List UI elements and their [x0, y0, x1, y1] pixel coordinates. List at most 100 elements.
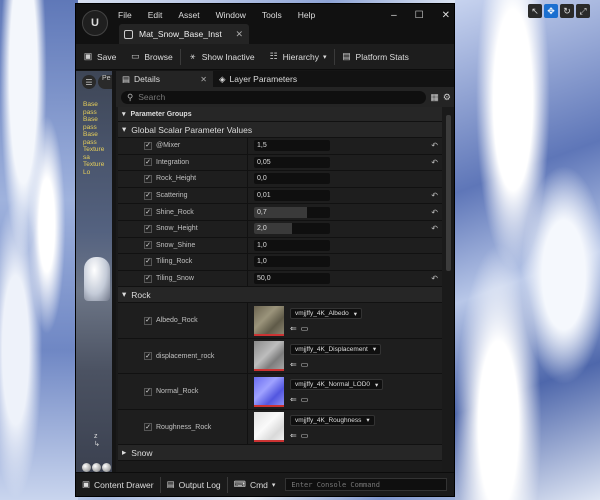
- parameter-value-input[interactable]: 1,0: [254, 256, 330, 268]
- texture-thumbnail[interactable]: [254, 412, 284, 443]
- select-mode-icon[interactable]: ↖: [528, 4, 542, 18]
- preview-cube-icon[interactable]: [92, 463, 101, 472]
- parameter-name: displacement_rock: [156, 352, 215, 360]
- scale-icon[interactable]: ⤢: [576, 4, 590, 18]
- asset-dropdown[interactable]: vmjjffy_4K_Displacement ▾: [290, 343, 382, 355]
- browse-folder-icon[interactable]: ▭: [301, 395, 309, 404]
- use-selected-icon[interactable]: ⇐: [290, 395, 297, 404]
- chevron-down-icon: ▾: [353, 310, 357, 318]
- use-selected-icon[interactable]: ⇐: [290, 431, 297, 440]
- rotate-icon[interactable]: ↻: [560, 4, 574, 18]
- parameter-override-checkbox[interactable]: ✓: [144, 241, 152, 250]
- menu-asset[interactable]: Asset: [178, 10, 199, 20]
- table-view-icon[interactable]: ▦: [430, 92, 439, 103]
- parameter-override-checkbox[interactable]: ✓: [144, 274, 152, 283]
- use-selected-icon[interactable]: ⇐: [290, 360, 297, 369]
- parameter-value-input[interactable]: 0,05: [254, 156, 330, 168]
- scrollbar[interactable]: [446, 115, 451, 271]
- document-tab[interactable]: Mat_Snow_Base_Inst ✕: [119, 24, 249, 44]
- parameter-value-input[interactable]: 2,0: [254, 223, 330, 235]
- texture-thumbnail[interactable]: [254, 376, 284, 407]
- parameter-name: Scattering: [156, 192, 188, 200]
- show-inactive-button[interactable]: ⚹ Show Inactive: [181, 44, 262, 70]
- parameter-value: 0,05: [257, 158, 271, 166]
- translate-icon[interactable]: ✥: [544, 4, 558, 18]
- parameter-value-input[interactable]: 1,0: [254, 239, 330, 251]
- reset-to-default-icon[interactable]: ↶: [431, 191, 438, 200]
- parameter-value-input[interactable]: 0,0: [254, 173, 330, 185]
- platform-stats-button[interactable]: ▤ Platform Stats: [335, 44, 416, 70]
- parameter-name-cell: ✓ Tiling_Rock: [118, 254, 248, 270]
- section-snow[interactable]: ▸ Snow: [118, 445, 442, 462]
- parameter-value-input[interactable]: 50,0: [254, 273, 330, 285]
- parameter-override-checkbox[interactable]: ✓: [144, 352, 152, 361]
- reset-to-default-icon[interactable]: ↶: [431, 224, 438, 233]
- save-icon: ▣: [83, 51, 93, 61]
- parameter-override-checkbox[interactable]: ✓: [144, 141, 152, 150]
- maximize-icon[interactable]: ☐: [415, 10, 424, 21]
- parameter-value-input[interactable]: 0,7: [254, 206, 330, 218]
- menu-help[interactable]: Help: [298, 10, 315, 20]
- section-parameter-groups[interactable]: ▾ Parameter Groups: [118, 107, 442, 122]
- texture-thumbnail[interactable]: [254, 341, 284, 372]
- parameter-override-checkbox[interactable]: ✓: [144, 174, 152, 183]
- asset-dropdown[interactable]: vmjjffy_4K_Roughness ▾: [290, 414, 375, 426]
- parameter-name-cell: ✓ Snow_Shine: [118, 237, 248, 254]
- save-button[interactable]: ▣ Save: [76, 44, 123, 70]
- parameter-name-cell: ✓ Shine_Rock: [118, 204, 248, 220]
- browse-button[interactable]: ▭ Browse: [123, 44, 179, 70]
- texture-thumbnail[interactable]: [254, 305, 284, 336]
- search-input[interactable]: ⚲ Search: [121, 90, 427, 104]
- console-placeholder: Enter Console Command: [291, 480, 380, 489]
- parameter-override-checkbox[interactable]: ✓: [144, 316, 152, 325]
- section-global-scalar[interactable]: ▾ Global Scalar Parameter Values: [118, 122, 442, 138]
- settings-gear-icon[interactable]: ⚙: [443, 92, 451, 103]
- parameter-name-cell: ✓ Rock_Height: [118, 171, 248, 187]
- parameter-override-checkbox[interactable]: ✓: [144, 423, 152, 432]
- menu-window[interactable]: Window: [216, 10, 246, 20]
- content-drawer-button[interactable]: ▣ Content Drawer: [76, 473, 160, 497]
- menu-tools[interactable]: Tools: [262, 10, 282, 20]
- parameter-override-checkbox[interactable]: ✓: [144, 224, 152, 233]
- parameter-value-input[interactable]: 1,5: [254, 140, 330, 152]
- reset-to-default-icon[interactable]: ↶: [431, 208, 438, 217]
- tab-details[interactable]: ▤ Details ✕: [116, 71, 213, 87]
- hamburger-menu-icon[interactable]: ☰: [82, 75, 96, 89]
- close-icon[interactable]: ✕: [442, 10, 450, 21]
- reset-to-default-icon[interactable]: ↶: [431, 274, 438, 283]
- menu-file[interactable]: File: [118, 10, 132, 20]
- tab-layer-parameters[interactable]: ◈ Layer Parameters: [213, 71, 303, 87]
- browse-folder-icon[interactable]: ▭: [301, 431, 309, 440]
- minimize-icon[interactable]: –: [391, 10, 397, 21]
- tab-close-icon[interactable]: ✕: [200, 75, 207, 84]
- parameter-override-checkbox[interactable]: ✓: [144, 191, 152, 200]
- menu-edit[interactable]: Edit: [148, 10, 163, 20]
- preview-viewport[interactable]: ☰ Pe Base pass Base pass Base pass Textu…: [76, 71, 112, 472]
- parameter-override-checkbox[interactable]: ✓: [144, 387, 152, 396]
- editor-body: ☰ Pe Base pass Base pass Base pass Textu…: [76, 71, 454, 472]
- use-selected-icon[interactable]: ⇐: [290, 324, 297, 333]
- perspective-button[interactable]: Pe: [98, 75, 112, 89]
- texture-parameter-rows: ✓ Albedo_Rock vmjjffy_4K_Albedo ▾ ⇐ ▭ ✓ displac…: [118, 303, 442, 446]
- output-log-button[interactable]: ▤ Output Log: [161, 473, 227, 497]
- console-input[interactable]: Enter Console Command: [285, 478, 448, 491]
- section-rock[interactable]: ▾ Rock: [118, 287, 442, 304]
- hierarchy-button[interactable]: ☷ Hierarchy ▾: [262, 44, 334, 70]
- asset-dropdown[interactable]: vmjjffy_4K_Albedo ▾: [290, 308, 362, 320]
- reset-to-default-icon[interactable]: ↶: [431, 141, 438, 150]
- browse-folder-icon[interactable]: ▭: [301, 324, 309, 333]
- parameter-override-checkbox[interactable]: ✓: [144, 158, 152, 167]
- browse-folder-icon[interactable]: ▭: [301, 360, 309, 369]
- parameter-override-checkbox[interactable]: ✓: [144, 208, 152, 217]
- cmd-dropdown[interactable]: ⌨ Cmd ▾: [228, 473, 282, 497]
- asset-dropdown[interactable]: vmjjffy_4K_Normal_LOD0 ▾: [290, 379, 384, 391]
- preview-sphere-icon[interactable]: [82, 463, 91, 472]
- parameter-name: Integration: [156, 158, 190, 166]
- preview-plane-icon[interactable]: [102, 463, 111, 472]
- parameter-override-checkbox[interactable]: ✓: [144, 257, 152, 266]
- tab-close-icon[interactable]: ✕: [235, 29, 243, 40]
- unreal-logo-icon[interactable]: U: [82, 10, 108, 36]
- details-panel: ▤ Details ✕ ◈ Layer Parameters ⚲ Search …: [116, 71, 454, 472]
- reset-to-default-icon[interactable]: ↶: [431, 158, 438, 167]
- parameter-value-input[interactable]: 0,01: [254, 190, 330, 202]
